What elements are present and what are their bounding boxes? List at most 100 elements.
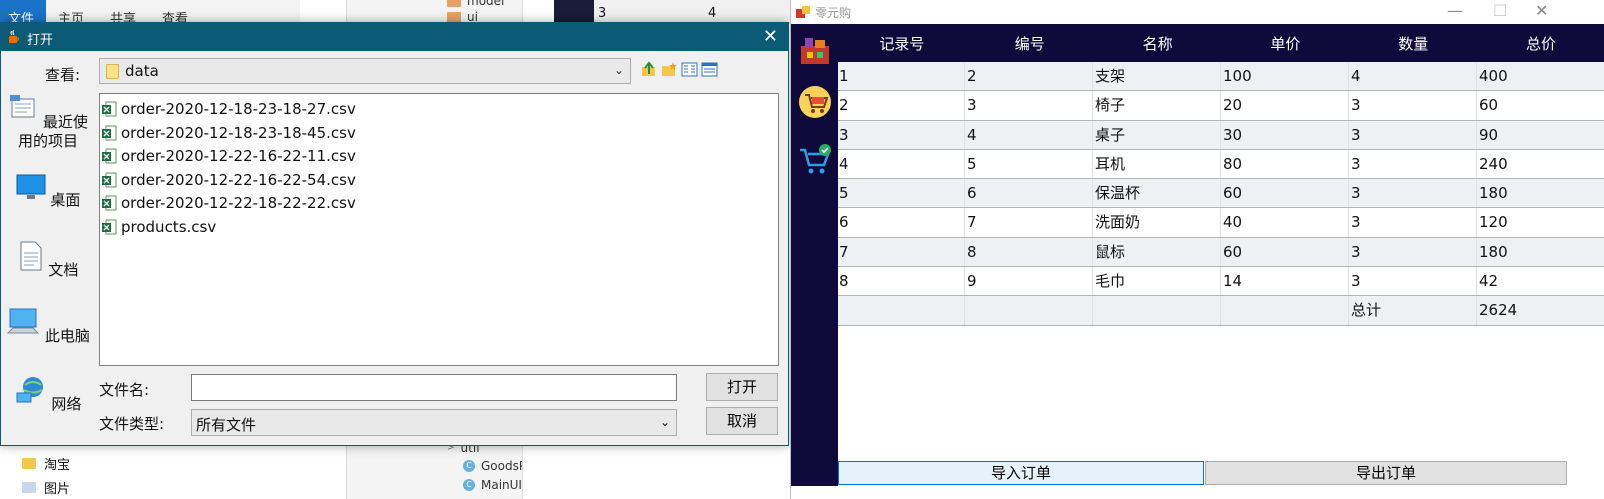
file-name: order-2020-12-18-23-18-27.csv — [121, 100, 356, 118]
table-cell: 40 — [1221, 208, 1349, 237]
dialog-toolbar — [641, 61, 718, 78]
cancel-button[interactable]: 取消 — [706, 407, 778, 435]
close-icon[interactable]: ✕ — [1535, 1, 1548, 20]
table-cell: 3 — [1349, 120, 1477, 149]
look-in-dropdown[interactable]: data ⌄ — [99, 58, 631, 84]
table-cell — [838, 296, 965, 325]
table-row[interactable]: 6 7 洗面奶 40 3 120 — [838, 208, 1604, 238]
table-cell — [1093, 296, 1221, 325]
filetype-label: 文件类型: — [99, 415, 165, 433]
file-list-item[interactable]: order-2020-12-18-23-18-45.csv — [102, 122, 356, 144]
table-cell: 2624 — [1477, 296, 1604, 324]
table-cell: 60 — [1221, 179, 1349, 208]
tree-item-mainui[interactable]: C MainUI — [463, 478, 522, 492]
file-list-item[interactable]: order-2020-12-22-16-22-54.csv — [102, 169, 356, 191]
table-cell: 3 — [1349, 237, 1477, 267]
table-header: 记录号 编号 名称 单价 数量 总价 — [838, 24, 1604, 62]
table-cell: 耳机 — [1093, 149, 1221, 179]
table-cell: 2 — [965, 62, 1093, 91]
tree-item-model[interactable]: model — [447, 0, 504, 8]
table-row[interactable]: 7 8 鼠标 60 3 180 — [838, 237, 1604, 268]
table-cell: 3 — [1349, 208, 1477, 237]
place-network[interactable]: 网络 — [5, 375, 91, 414]
file-name: order-2020-12-18-23-18-45.csv — [121, 123, 356, 142]
table-cell: 4 — [1349, 62, 1477, 91]
table-body: 1 2 支架 100 4 400 2 3 椅子 20 3 60 3 4 桌子 30 3 90 4 5 耳机 80 3 240 5… — [838, 62, 1604, 326]
minimize-icon[interactable]: — — [1447, 1, 1463, 20]
column-header[interactable]: 记录号 — [838, 24, 966, 62]
place-desktop[interactable]: 桌面 — [5, 173, 91, 210]
table-row[interactable]: 2 3 椅子 20 3 60 — [838, 91, 1604, 121]
place-documents[interactable]: 文档 — [5, 241, 91, 280]
table-cell: 240 — [1477, 150, 1604, 178]
column-header[interactable]: 编号 — [966, 24, 1094, 62]
column-header[interactable]: 总价 — [1477, 24, 1604, 62]
file-name: order-2020-12-22-16-22-11.csv — [121, 147, 356, 165]
table-row[interactable]: 5 6 保温杯 60 3 180 — [838, 179, 1604, 209]
table-cell: 20 — [1221, 91, 1349, 120]
nav-item-taobao[interactable]: 淘宝 — [22, 454, 70, 473]
csv-file-icon — [102, 172, 117, 187]
dialog-title: 打开 — [27, 33, 54, 48]
column-header[interactable]: 单价 — [1221, 24, 1349, 62]
table-row[interactable]: 3 4 桌子 30 3 90 — [838, 120, 1604, 150]
file-list-item[interactable]: order-2020-12-22-16-22-11.csv — [102, 145, 356, 167]
table-cell: 8 — [965, 237, 1093, 267]
table-cell: 8 — [838, 267, 965, 296]
export-order-button[interactable]: 导出订单 — [1205, 461, 1567, 485]
table-cell: 7 — [838, 237, 965, 267]
table-cell: 4 — [965, 120, 1093, 149]
table-cell: 14 — [1221, 267, 1349, 296]
table-cell: 6 — [838, 208, 965, 237]
csv-file-icon — [102, 101, 117, 117]
up-folder-icon[interactable] — [641, 61, 658, 78]
file-list[interactable]: order-2020-12-18-23-18-27.csv order-2020-… — [99, 93, 779, 366]
place-this-pc[interactable]: 此电脑 — [5, 307, 91, 346]
documents-icon — [20, 241, 42, 271]
java-cup-icon — [9, 30, 20, 43]
place-recent-items[interactable]: 最近使用的项目 — [5, 93, 91, 151]
table-cell: 毛巾 — [1093, 267, 1221, 296]
tree-item-label: model — [467, 0, 505, 8]
table-cell: 3 — [1349, 91, 1477, 120]
csv-file-icon — [102, 195, 117, 211]
ribbon-file-tab[interactable]: 文件 — [0, 0, 46, 27]
table-cell: 总计 — [1349, 296, 1477, 325]
background-table-fragment: 3 4 — [594, 0, 790, 24]
tree-item-goods[interactable]: C GoodsP — [463, 459, 526, 473]
details-view-icon[interactable] — [701, 61, 718, 78]
filename-input[interactable] — [191, 374, 677, 401]
dialog-title-bar: 打开 ✕ — [1, 23, 788, 51]
table-row[interactable]: 8 9 毛巾 14 3 42 — [838, 267, 1604, 297]
shopping-cart-goods-icon[interactable] — [797, 84, 833, 120]
nav-item-pictures[interactable]: 图片 — [22, 478, 70, 497]
table-cell: 120 — [1477, 208, 1604, 236]
table-cell: 80 — [1221, 149, 1349, 179]
table-row[interactable]: 4 5 耳机 80 3 240 — [838, 149, 1604, 180]
table-cell: 400 — [1477, 62, 1604, 90]
cart-checkout-icon[interactable] — [797, 142, 833, 178]
column-header[interactable]: 数量 — [1349, 24, 1477, 62]
list-view-icon[interactable] — [681, 61, 698, 78]
import-order-button[interactable]: 导入订单 — [838, 461, 1204, 485]
file-name: order-2020-12-22-16-22-54.csv — [121, 170, 356, 189]
table-row[interactable]: 1 2 支架 100 4 400 — [838, 62, 1604, 92]
warehouse-icon[interactable] — [797, 32, 833, 68]
place-label: 此电脑 — [44, 327, 90, 345]
table-cell: 3 — [598, 6, 607, 21]
file-list-item[interactable]: products.csv — [102, 216, 216, 238]
file-list-item[interactable]: order-2020-12-18-23-18-27.csv — [102, 98, 356, 120]
filetype-dropdown[interactable]: 所有文件 ⌄ — [191, 409, 677, 436]
open-button[interactable]: 打开 — [706, 373, 778, 401]
table-total-row[interactable]: 总计 2624 — [838, 296, 1604, 326]
table-cell: 3 — [838, 120, 965, 149]
maximize-icon: ☐ — [1493, 1, 1508, 20]
close-icon[interactable]: ✕ — [763, 26, 778, 47]
new-folder-icon[interactable] — [661, 61, 678, 78]
app-title: 零元购 — [815, 6, 852, 20]
file-name: products.csv — [121, 217, 217, 236]
recent-items-icon — [10, 95, 35, 118]
file-list-item[interactable]: order-2020-12-22-18-22-22.csv — [102, 192, 356, 214]
nav-item-label: 图片 — [44, 482, 71, 497]
column-header[interactable]: 名称 — [1094, 24, 1222, 62]
